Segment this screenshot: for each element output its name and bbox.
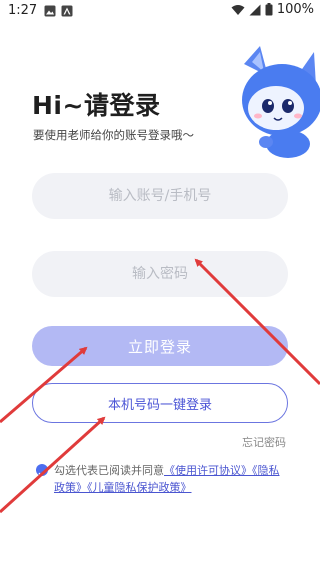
- check-icon: [38, 470, 46, 477]
- password-input[interactable]: [32, 251, 288, 297]
- mascot-illustration: [242, 46, 320, 158]
- status-left-icons: [44, 5, 73, 17]
- forgot-password-link[interactable]: 忘记密码: [242, 434, 286, 450]
- status-bar: 1:27 100%: [0, 0, 320, 24]
- children-privacy-link[interactable]: 《儿童隐私保护政策》: [87, 481, 192, 494]
- wifi-icon: [231, 4, 245, 15]
- agreement-prefix: 勾选代表已阅读并同意: [54, 464, 164, 477]
- page-subtitle: 要使用老师给你的账号登录哦～: [33, 128, 194, 142]
- status-time: 1:27: [8, 3, 38, 18]
- account-input[interactable]: [32, 173, 288, 219]
- status-right: 100%: [231, 2, 314, 17]
- page-title: Hi~请登录: [32, 91, 161, 120]
- battery-icon: [265, 3, 273, 16]
- agreement-checkbox[interactable]: [36, 464, 48, 477]
- image-icon: [44, 5, 56, 17]
- signal-icon: [249, 4, 261, 15]
- terms-link[interactable]: 《使用许可协议》: [164, 464, 252, 477]
- battery-percentage: 100%: [276, 2, 314, 17]
- agreement-text: 勾选代表已阅读并同意《使用许可协议》《隐私政策》《儿童隐私保护政策》: [54, 462, 288, 496]
- login-button[interactable]: 立即登录: [32, 326, 288, 366]
- font-icon: [61, 5, 73, 17]
- phone-one-click-login-button[interactable]: 本机号码一键登录: [32, 383, 288, 423]
